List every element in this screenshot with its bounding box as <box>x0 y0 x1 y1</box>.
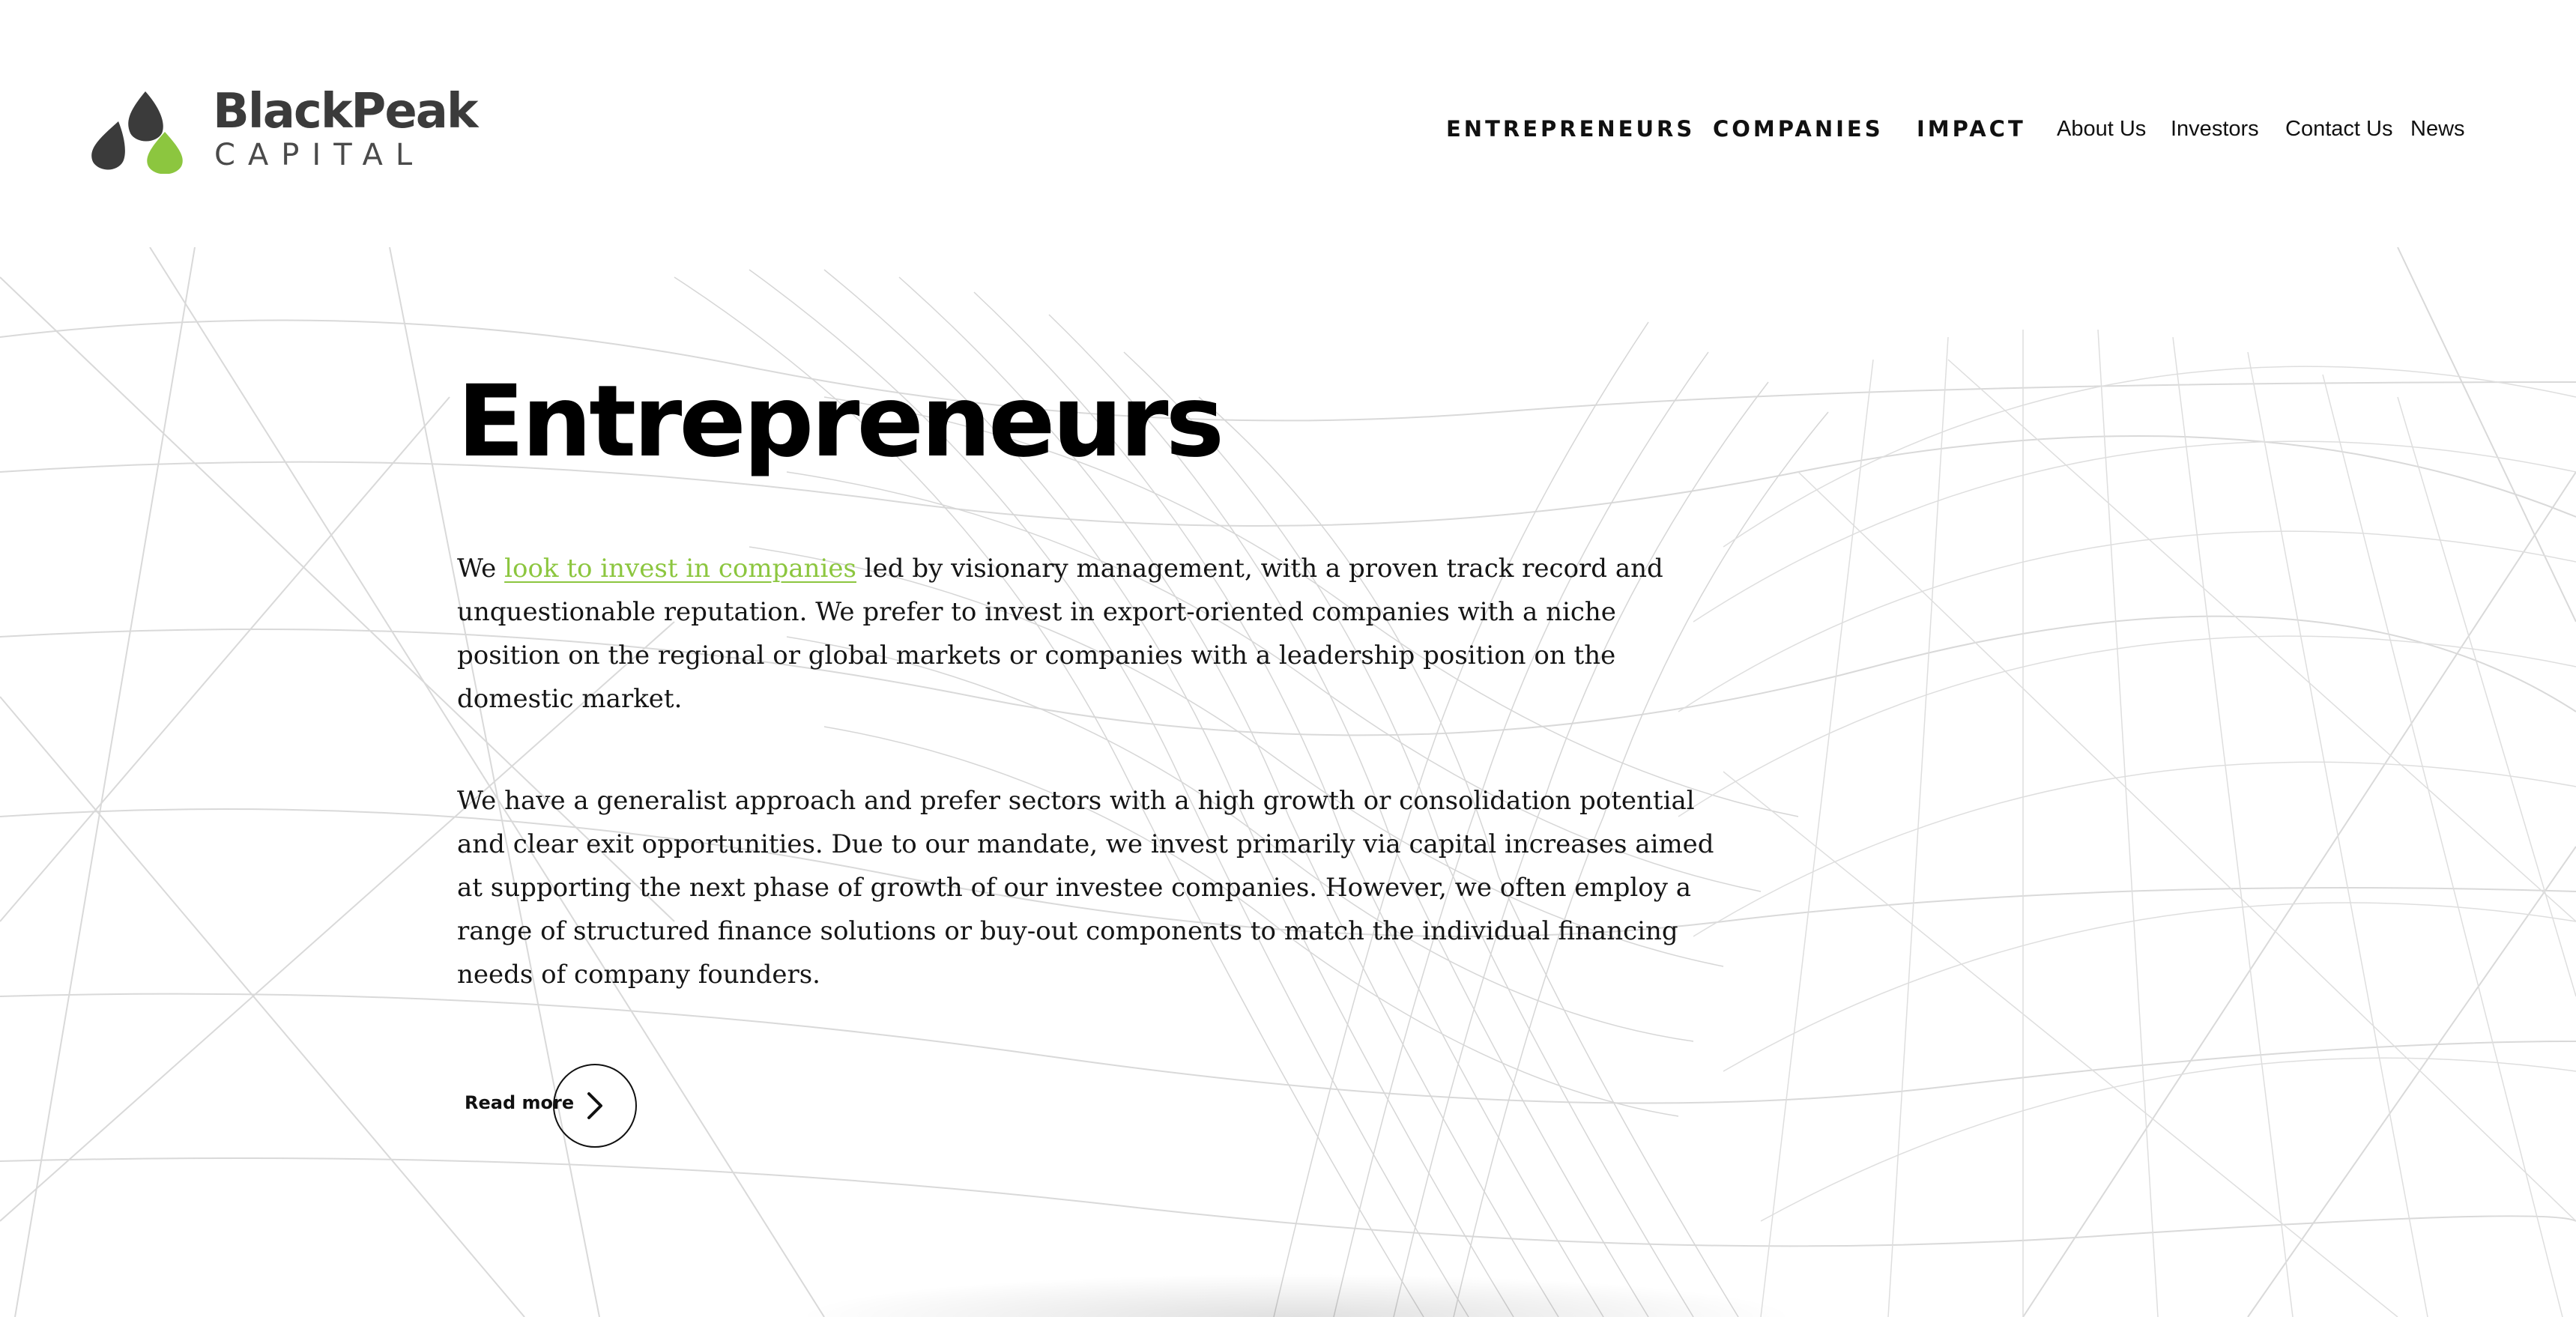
intro-text-start: We <box>457 554 505 584</box>
chevron-right-icon <box>587 1092 602 1119</box>
entrepreneurs-section: Entrepreneurs We look to invest in compa… <box>457 366 1716 996</box>
logo-name: BlackPeak <box>213 84 478 139</box>
site-header: BlackPeak CAPITAL ENTREPRENEURS COMPANIE… <box>0 0 2576 247</box>
logo-tagline: CAPITAL <box>214 138 426 172</box>
invest-in-companies-link[interactable]: look to invest in companies <box>504 554 856 584</box>
nav-about-us[interactable]: About Us <box>2057 112 2146 145</box>
approach-paragraph: We have a generalist approach and prefer… <box>457 786 1714 990</box>
nav-contact-us[interactable]: Contact Us <box>2285 112 2392 145</box>
bottom-shadow <box>794 1274 1798 1317</box>
nav-investors[interactable]: Investors <box>2171 112 2259 145</box>
nav-impact[interactable]: IMPACT <box>1917 112 2026 145</box>
read-more-circle <box>553 1064 637 1148</box>
read-more-button[interactable]: Read more <box>465 1064 644 1151</box>
page-title: Entrepreneurs <box>457 364 1224 479</box>
intro-paragraph: We look to invest in companies led by vi… <box>457 547 1686 721</box>
nav-companies[interactable]: COMPANIES <box>1713 112 1884 145</box>
nav-news[interactable]: News <box>2410 112 2465 145</box>
nav-entrepreneurs[interactable]: ENTREPRENEURS <box>1446 112 1695 145</box>
blackpeak-logo[interactable]: BlackPeak CAPITAL <box>87 84 478 174</box>
logo-mark-icon <box>91 91 183 174</box>
